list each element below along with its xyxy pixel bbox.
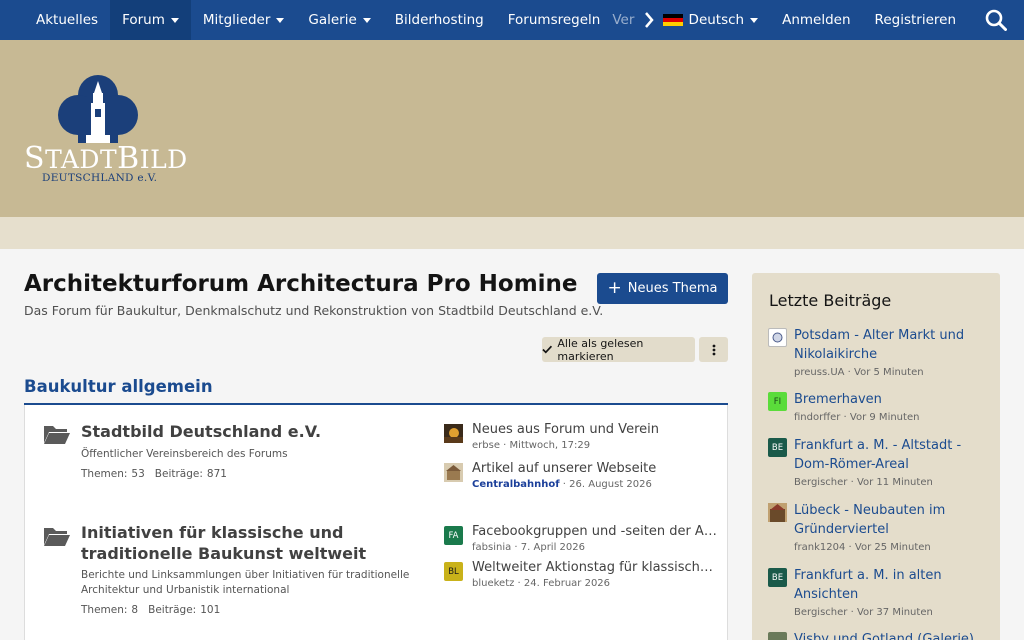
latest-post-title[interactable]: Visby und Gotland (Galerie) [794, 630, 994, 640]
site-header-banner: STADTBILD DEUTSCHLAND e.V. [0, 40, 1024, 217]
site-logo[interactable]: STADTBILD DEUTSCHLAND e.V. [22, 73, 188, 188]
new-thread-button[interactable]: + Neues Thema [597, 273, 728, 304]
nav-forumsregeln[interactable]: Forumsregeln [496, 0, 613, 40]
latest-thread-title[interactable]: Artikel auf unserer Webseite [472, 461, 717, 476]
latest-post-title[interactable]: Frankfurt a. M. - Altstadt - Dom-Römer-A… [794, 436, 994, 474]
nav-galerie[interactable]: Galerie [296, 0, 382, 40]
forum-node-title[interactable]: Initiativen für klassische und tradition… [81, 522, 431, 564]
caret-down-icon [170, 17, 179, 23]
mark-all-read-button[interactable]: Alle als gelesen markieren [542, 336, 695, 363]
logo-subtitle: DEUTSCHLAND e.V. [42, 172, 158, 184]
latest-post-title[interactable]: Frankfurt a. M. in alten Ansichten [794, 566, 994, 604]
new-thread-label: Neues Thema [627, 281, 718, 296]
user-avatar[interactable]: BE [768, 438, 787, 457]
latest-post-title[interactable]: Lübeck - Neubauten im Gründerviertel [794, 501, 994, 539]
forum-node-title[interactable]: Stadtbild Deutschland e.V. [81, 421, 431, 442]
latest-post-meta: Bergischer · Vor 11 Minuten [794, 477, 933, 488]
church-tower-emblem-icon [58, 75, 138, 143]
category-node-list: Stadtbild Deutschland e.V. Öffentlicher … [24, 405, 728, 640]
page-subtitle: Das Forum für Baukultur, Denkmalschutz u… [24, 303, 604, 318]
user-avatar[interactable]: BE [768, 568, 787, 587]
latest-post-meta: preuss.UA · Vor 5 Minuten [794, 367, 924, 378]
plus-icon: + [607, 278, 622, 298]
nav-mitglieder[interactable]: Mitglieder [191, 0, 297, 40]
latest-post-meta: frank1204 · Vor 25 Minuten [794, 542, 931, 553]
latest-thread-title[interactable]: Facebookgruppen und -seiten der Arc... [472, 524, 717, 539]
search-icon [985, 9, 1007, 31]
main-content: Architekturforum Architectura Pro Homine… [0, 249, 1024, 640]
user-avatar[interactable]: FI [768, 392, 787, 411]
language-label: Deutsch [688, 12, 745, 28]
forum-node-description: Öffentlicher Vereinsbereich des Forums [81, 448, 288, 460]
latest-thread-title[interactable]: Weltweiter Aktionstag für klassische/t..… [472, 560, 717, 575]
check-icon [542, 345, 553, 354]
register-label: Registrieren [874, 12, 956, 28]
user-avatar[interactable]: BL [444, 562, 463, 581]
mark-all-read-label: Alle als gelesen markieren [557, 336, 644, 363]
search-button[interactable] [968, 0, 1024, 40]
nav-label: Bilderhosting [394, 12, 484, 28]
user-avatar-icon[interactable] [768, 328, 787, 347]
nav-label: Forumsregeln [507, 12, 601, 28]
nav-forum[interactable]: Forum [110, 0, 191, 40]
latest-post-meta: findorffer · Vor 9 Minuten [794, 412, 920, 423]
caret-down-icon [362, 17, 371, 23]
forum-node-description: Berichte und Linksammlungen über Initiat… [81, 569, 410, 596]
register-link[interactable]: Registrieren [863, 0, 968, 40]
caret-down-icon [750, 17, 759, 23]
user-avatar-icon[interactable] [768, 503, 787, 522]
latest-thread-title[interactable]: Neues aus Forum und Verein [472, 422, 717, 437]
login-label: Anmelden [782, 12, 851, 28]
latest-thread-meta: fabsinia · 7. April 2026 [472, 542, 585, 553]
folder-open-icon [44, 426, 70, 444]
latest-post-title[interactable]: Potsdam - Alter Markt und Nikolaikirche [794, 326, 994, 364]
nav-aktuelles[interactable]: Aktuelles [0, 0, 110, 40]
nav-bilderhosting[interactable]: Bilderhosting [383, 0, 496, 40]
category-title[interactable]: Baukultur allgemein [24, 377, 213, 396]
nav-label: Galerie [308, 12, 357, 28]
page-title: Architekturforum Architectura Pro Homine [24, 271, 578, 297]
login-link[interactable]: Anmelden [770, 0, 862, 40]
logo-wordmark: STADTBILD [24, 141, 188, 176]
caret-down-icon [276, 17, 285, 23]
latest-post-title[interactable]: Bremerhaven [794, 390, 994, 409]
thread-thumbnail-icon[interactable] [444, 424, 463, 443]
widget-title: Letzte Beiträge [769, 291, 892, 310]
forum-node-stats: Themen: 8 Beiträge: 101 [81, 604, 221, 616]
german-flag-icon [662, 13, 683, 27]
latest-post-meta: Bergischer · Vor 37 Minuten [794, 607, 933, 618]
nav-label: Aktuelles [36, 12, 99, 28]
more-options-button[interactable] [699, 337, 728, 362]
language-selector[interactable]: Deutsch [627, 0, 771, 40]
latest-posts-widget: Letzte Beiträge Potsdam - Alter Markt un… [752, 273, 1000, 640]
latest-thread-meta: Centralbahnhof · 26. August 2026 [472, 479, 652, 490]
forum-node-stats: Themen: 53 Beiträge: 871 [81, 468, 227, 480]
thread-thumbnail-icon[interactable] [444, 463, 463, 482]
vertical-ellipsis-icon [712, 344, 715, 355]
header-stripe [0, 217, 1024, 249]
nav-label: Mitglieder [202, 12, 271, 28]
user-avatar-icon[interactable] [768, 632, 787, 640]
top-navigation: Aktuelles Forum Mitglieder Galerie Bilde… [0, 0, 1024, 40]
nav-right-group: Deutsch Anmelden Registrieren [627, 0, 1024, 40]
user-avatar[interactable]: FA [444, 526, 463, 545]
nav-label: Forum [122, 12, 165, 28]
latest-thread-meta: erbse · Mittwoch, 17:29 [472, 440, 591, 451]
folder-open-icon [44, 528, 70, 546]
latest-thread-meta: blueketz · 24. Februar 2026 [472, 578, 611, 589]
